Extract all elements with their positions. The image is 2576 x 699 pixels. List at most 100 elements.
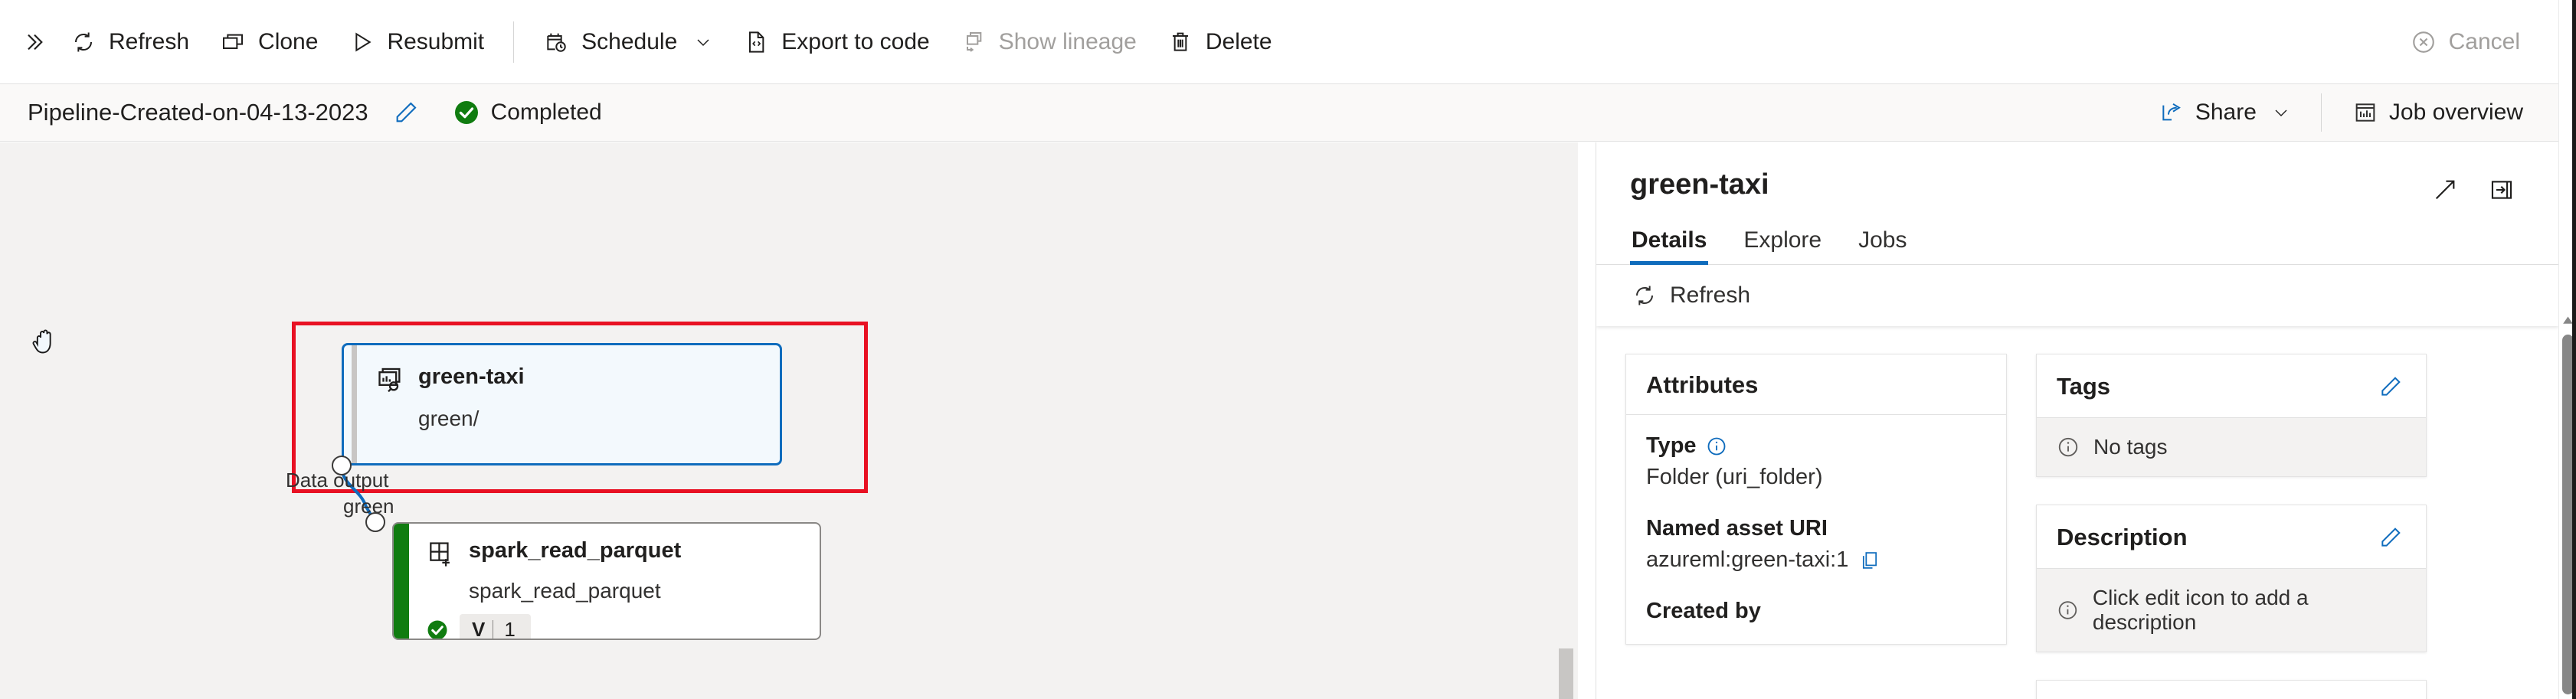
refresh-icon [1632,283,1658,309]
tags-empty-text: No tags [2093,435,2168,459]
node-output-port-label: Data output [286,469,389,492]
export-to-code-button[interactable]: Export to code [728,13,944,71]
description-card-header: Description [2037,505,2426,569]
description-empty-text: Click edit icon to add a description [2092,586,2309,634]
attributes-pane: Attributes Type Folder (uri_folder) Name… [1625,354,2007,699]
info-icon[interactable] [1706,436,1727,457]
info-icon [2058,601,2077,619]
pipeline-node-spark-read-parquet[interactable]: spark_read_parquet spark_read_parquet V … [392,522,821,640]
attributes-card-body: Type Folder (uri_folder) Named asset URI [1626,415,2006,644]
description-card: Description Click edit icon to add a des… [2036,505,2427,652]
detail-panel: green-taxi Details Explore Jobs Refresh … [1596,142,2558,699]
version-number: 1 [504,618,516,640]
schedule-button[interactable]: Schedule [528,13,728,71]
cancel-circle-icon [2411,29,2437,55]
detail-command-bar: Refresh [1596,265,2558,326]
pan-hand-cursor [29,325,61,360]
attribute-label-text: Created by [1646,599,1761,623]
refresh-button[interactable]: Refresh [55,13,205,71]
play-icon [349,29,375,55]
copy-icon[interactable] [1859,550,1880,571]
pipeline-canvas[interactable]: green-taxi green/ Data output green spar… [0,142,1578,699]
cancel-button: Cancel [2395,13,2535,71]
command-separator-1 [513,21,515,63]
attribute-row-created-by: Created by [1646,599,1986,624]
pencil-icon [2381,528,2401,547]
detail-refresh-label: Refresh [1670,283,1751,308]
chevron-down-icon [2272,103,2290,122]
attribute-value-wrap: azureml:green-taxi:1 [1646,547,1986,573]
node-input-port[interactable] [365,512,385,532]
tags-card-title: Tags [2057,373,2111,400]
attributes-card-title: Attributes [1646,371,1759,398]
status-badge: Completed [453,99,602,126]
command-bar: Refresh Clone Resubmit Schedule Export t… [0,0,2558,84]
node-title: spark_read_parquet [469,538,682,563]
tags-card: Tags No tags [2036,354,2427,477]
tags-empty-state: No tags [2037,418,2426,476]
canvas-vertical-scrollbar-thumb[interactable] [1559,648,1573,699]
version-badge: V 1 [460,613,531,640]
detail-refresh-button[interactable]: Refresh [1619,275,1763,316]
delete-label: Delete [1205,28,1272,54]
resubmit-label: Resubmit [387,28,485,54]
status-label: Completed [490,100,602,125]
share-button[interactable]: Share [2145,89,2304,136]
title-actions: Share Job overview [2145,89,2558,136]
show-lineage-label: Show lineage [998,28,1137,54]
pipeline-node-green-taxi[interactable]: green-taxi green/ [342,343,782,465]
detail-tabs: Details Explore Jobs [1596,224,2558,265]
node-subtitle: green/ [418,407,480,430]
meta-pane: Tags No tags Description Click edit icon… [2036,354,2427,699]
chart-icon [2352,100,2378,126]
expand-diagonal-icon [2435,180,2455,200]
attribute-label-text: Named asset URI [1646,516,1828,541]
tab-details[interactable]: Details [1630,224,1709,265]
attribute-row-type: Type Folder (uri_folder) [1646,433,1986,490]
attribute-label: Created by [1646,599,1986,624]
expand-nav-button[interactable] [17,13,55,71]
page-edge [2572,0,2576,699]
clone-icon [220,29,246,55]
dataset-explore-icon [374,365,404,400]
double-chevron-right-icon [21,29,47,55]
cancel-label: Cancel [2448,28,2520,54]
node-subtitle: spark_read_parquet [469,579,661,603]
node-body: green-taxi green/ [357,345,780,463]
resubmit-button[interactable]: Resubmit [333,13,499,71]
page-title: Pipeline-Created-on-04-13-2023 [28,99,368,126]
tab-jobs[interactable]: Jobs [1857,224,1908,264]
code-file-icon [743,29,769,55]
edit-pipeline-name-button[interactable] [390,96,422,129]
job-overview-button[interactable]: Job overview [2339,89,2537,136]
expand-panel-button[interactable] [2430,175,2460,205]
attribute-label: Type [1646,433,1986,459]
schedule-label: Schedule [581,28,678,54]
attributes-card: Attributes Type Folder (uri_folder) Name… [1625,354,2007,645]
edit-description-button[interactable] [2375,522,2406,553]
tags-card-header: Tags [2037,354,2426,418]
detail-content: Attributes Type Folder (uri_folder) Name… [1596,326,2558,699]
check-circle-icon [427,620,447,639]
delete-button[interactable]: Delete [1152,13,1288,71]
description-card-title: Description [2057,524,2188,550]
collapse-panel-icon [2491,181,2512,199]
pipeline-title-bar: Pipeline-Created-on-04-13-2023 Completed… [0,84,2558,142]
lineage-icon [961,29,987,55]
share-label: Share [2195,100,2257,125]
info-icon [2058,437,2078,457]
pencil-icon [396,102,417,122]
refresh-icon [70,29,97,55]
edit-tags-button[interactable] [2375,371,2406,402]
attribute-label-text: Type [1646,433,1697,458]
next-card-partial [2036,680,2427,699]
tab-explore[interactable]: Explore [1742,224,1823,264]
attribute-label: Named asset URI [1646,516,1986,541]
export-to-code-label: Export to code [781,28,930,54]
collapse-panel-button[interactable] [2486,175,2517,205]
attribute-value: azureml:green-taxi:1 [1646,547,1849,572]
trash-icon [1167,29,1193,55]
refresh-label: Refresh [109,28,190,54]
clone-button[interactable]: Clone [205,13,333,71]
chevron-down-icon [694,33,712,51]
